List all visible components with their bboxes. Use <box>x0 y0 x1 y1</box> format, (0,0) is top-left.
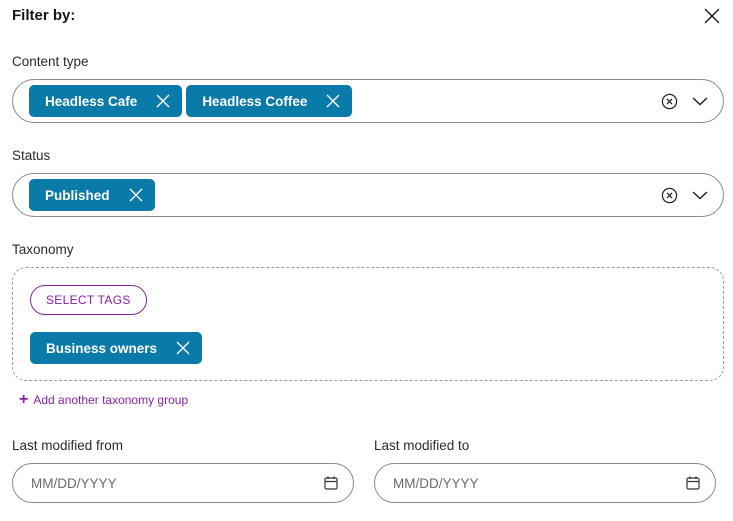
remove-chip-icon[interactable] <box>175 340 191 356</box>
last-modified-from-input[interactable]: MM/DD/YYYY <box>12 463 354 503</box>
chip-headless-cafe: Headless Cafe <box>29 85 183 117</box>
chip-business-owners: Business owners <box>30 332 203 364</box>
taxonomy-group: SELECT TAGS Business owners <box>12 267 724 381</box>
content-type-label: Content type <box>12 54 89 69</box>
clear-all-icon[interactable] <box>660 186 678 204</box>
add-taxonomy-group-label: Add another taxonomy group <box>33 393 189 407</box>
remove-chip-icon[interactable] <box>155 93 171 109</box>
calendar-icon[interactable] <box>323 475 339 491</box>
status-label: Status <box>12 148 51 163</box>
close-button[interactable] <box>700 4 724 28</box>
last-modified-from-label: Last modified from <box>12 438 124 453</box>
plus-icon: + <box>19 391 29 408</box>
select-tags-button[interactable]: SELECT TAGS <box>30 285 147 315</box>
remove-chip-icon[interactable] <box>128 187 144 203</box>
chevron-down-icon[interactable] <box>691 92 709 110</box>
status-select[interactable]: Published <box>12 173 724 217</box>
panel-title: Filter by: <box>12 7 76 24</box>
chip-label: Headless Coffee <box>202 93 308 109</box>
chevron-down-icon[interactable] <box>691 186 709 204</box>
calendar-icon[interactable] <box>685 475 701 491</box>
chip-published: Published <box>29 179 155 211</box>
date-placeholder: MM/DD/YYYY <box>393 475 479 491</box>
content-type-select[interactable]: Headless Cafe Headless Coffee <box>12 79 724 123</box>
chip-label: Published <box>45 187 110 203</box>
chip-label: Business owners <box>46 340 158 356</box>
taxonomy-label: Taxonomy <box>12 242 74 257</box>
last-modified-to-input[interactable]: MM/DD/YYYY <box>374 463 716 503</box>
clear-all-icon[interactable] <box>660 92 678 110</box>
close-icon[interactable] <box>704 8 720 24</box>
remove-chip-icon[interactable] <box>325 93 341 109</box>
last-modified-to-label: Last modified to <box>374 438 470 453</box>
chip-headless-coffee: Headless Coffee <box>186 85 353 117</box>
add-taxonomy-group-link[interactable]: + Add another taxonomy group <box>19 391 189 408</box>
chip-label: Headless Cafe <box>45 93 138 109</box>
date-placeholder: MM/DD/YYYY <box>31 475 117 491</box>
